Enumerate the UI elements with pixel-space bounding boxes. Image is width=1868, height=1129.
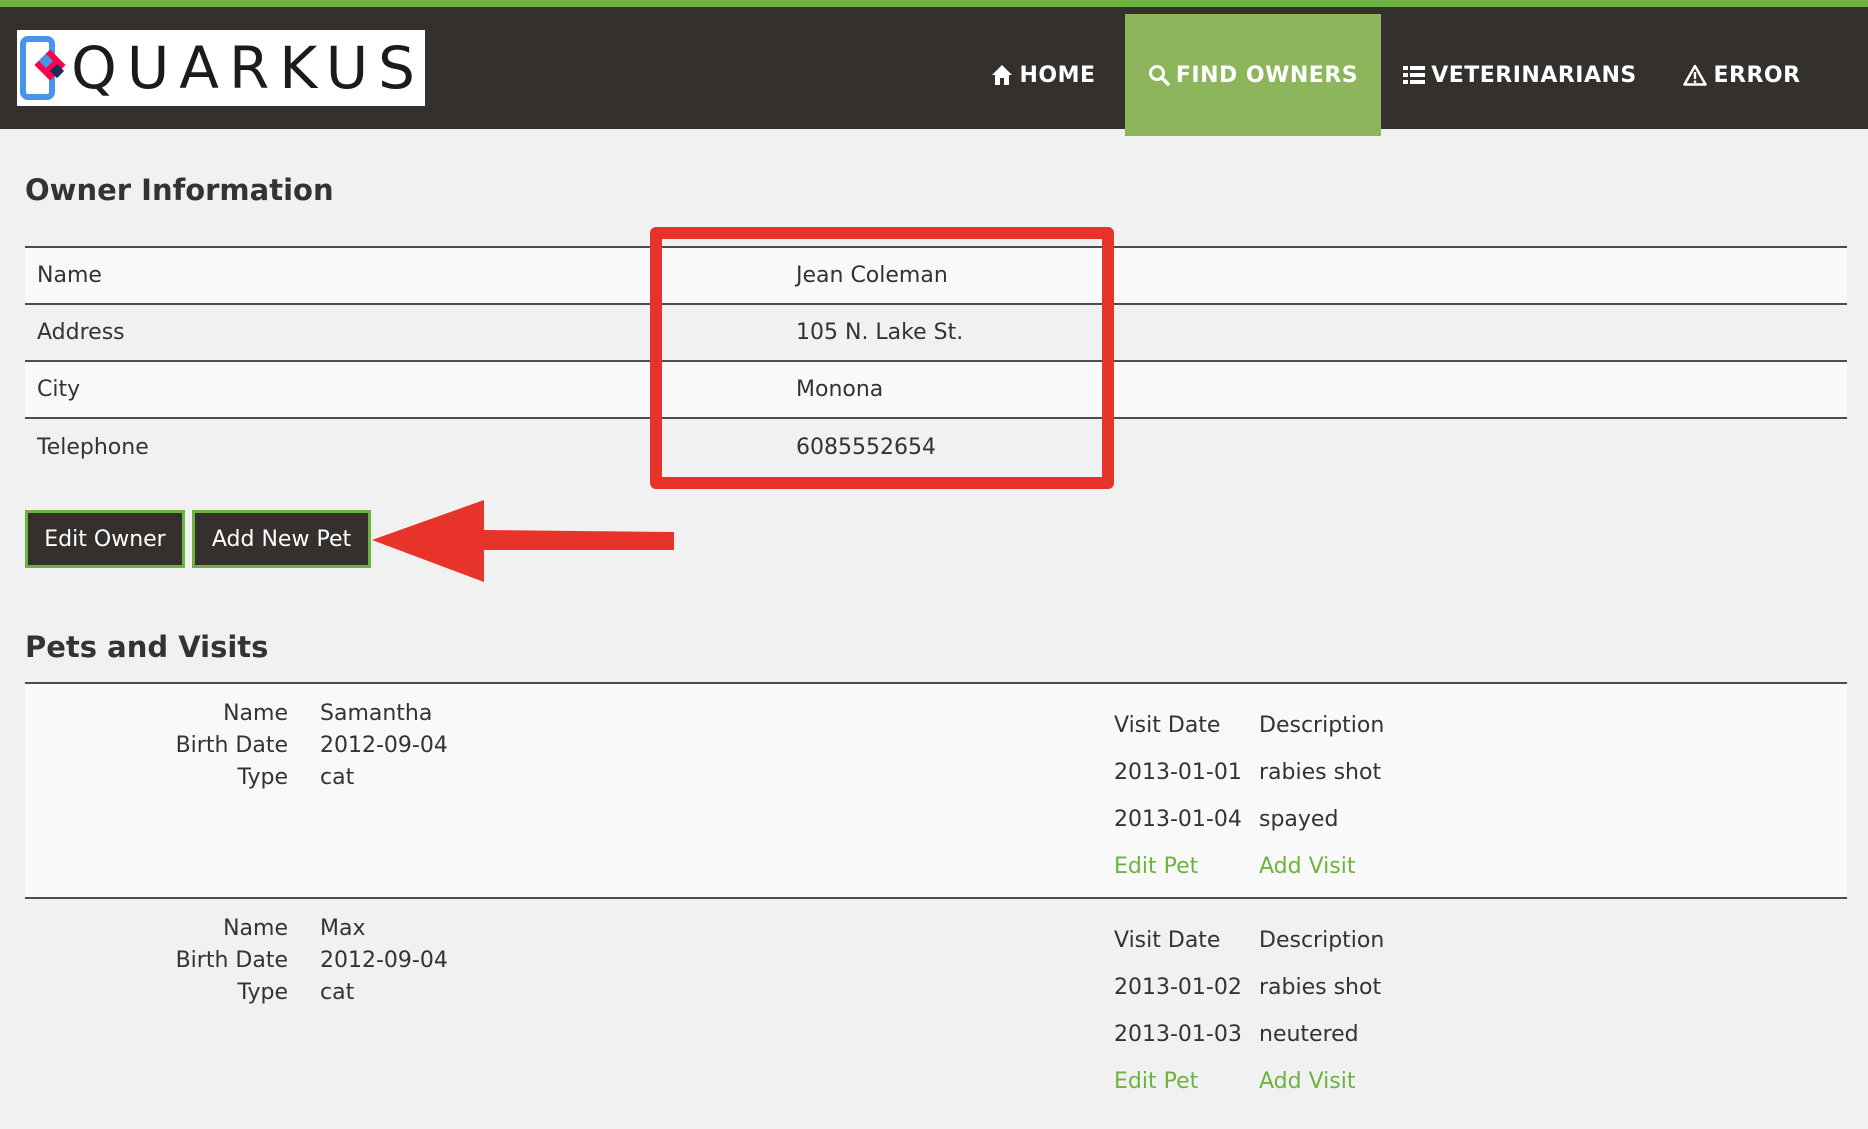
- annotation-arrow-icon: [372, 500, 674, 582]
- pet-type-label: Type: [237, 765, 288, 790]
- nav-error[interactable]: ERROR: [1672, 14, 1812, 136]
- visits-table: Visit Date Description 2013-01-02 rabies s…: [1114, 917, 1384, 1105]
- visits-table: Visit Date Description 2013-01-01 rabies s…: [1114, 702, 1384, 890]
- pet-details: Name Max Birth Date 2012-09-04 Type cat: [25, 913, 448, 1009]
- owner-information-title: Owner Information: [25, 173, 334, 207]
- pet-row: Name Max Birth Date 2012-09-04 Type cat Vis…: [25, 899, 1847, 1129]
- pet-birth-date-value: 2012-09-04: [320, 948, 448, 973]
- logo-text: QUARKUS: [71, 34, 425, 102]
- visit-date: 2013-01-03: [1114, 1022, 1242, 1047]
- pet-birth-date-label: Birth Date: [175, 948, 288, 973]
- list-icon: [1403, 66, 1426, 84]
- nav-home[interactable]: HOME: [972, 14, 1115, 136]
- nav-veterinarians[interactable]: VETERINARIANS: [1400, 14, 1640, 136]
- pet-type-label: Type: [237, 980, 288, 1005]
- pet-birth-date-label: Birth Date: [175, 733, 288, 758]
- nav-error-label: ERROR: [1713, 62, 1801, 88]
- add-new-pet-button[interactable]: Add New Pet: [192, 510, 371, 568]
- visit-row: 2013-01-01 rabies shot: [1114, 749, 1384, 796]
- visit-row: 2013-01-02 rabies shot: [1114, 964, 1384, 1011]
- nav-find-owners[interactable]: FIND OWNERS: [1125, 14, 1381, 136]
- visit-date-header: Visit Date: [1114, 713, 1221, 738]
- pet-row: Name Samantha Birth Date 2012-09-04 Type ca…: [25, 684, 1847, 899]
- pet-details: Name Samantha Birth Date 2012-09-04 Type ca…: [25, 698, 448, 794]
- pet-birth-date-value: 2012-09-04: [320, 733, 448, 758]
- annotation-highlight-box: [650, 227, 1114, 489]
- nav-veterinarians-label: VETERINARIANS: [1431, 62, 1637, 88]
- add-visit-link[interactable]: Add Visit: [1259, 854, 1355, 879]
- visit-row: 2013-01-03 neutered: [1114, 1011, 1384, 1058]
- pets-table: Name Samantha Birth Date 2012-09-04 Type ca…: [25, 682, 1847, 1129]
- pet-type-value: cat: [320, 765, 355, 790]
- navbar: QUARKUS HOME FIND OWNERS VETERINARIANS E…: [0, 0, 1868, 136]
- pet-type-value: cat: [320, 980, 355, 1005]
- visit-row: 2013-01-04 spayed: [1114, 796, 1384, 843]
- visit-description: rabies shot: [1259, 975, 1382, 1000]
- nav-find-owners-label: FIND OWNERS: [1175, 62, 1359, 88]
- pet-name-label: Name: [223, 916, 288, 941]
- nav-home-label: HOME: [1019, 62, 1096, 88]
- home-icon: [992, 65, 1013, 85]
- visit-description-header: Description: [1259, 928, 1385, 953]
- visit-description: rabies shot: [1259, 760, 1382, 785]
- visit-description-header: Description: [1259, 713, 1385, 738]
- pets-and-visits-title: Pets and Visits: [25, 630, 269, 664]
- visit-date-header: Visit Date: [1114, 928, 1221, 953]
- visit-date: 2013-01-01: [1114, 760, 1242, 785]
- visit-description: neutered: [1259, 1022, 1359, 1047]
- search-icon: [1148, 65, 1170, 86]
- edit-owner-button[interactable]: Edit Owner: [25, 510, 185, 568]
- warning-icon: [1683, 64, 1708, 86]
- visit-date: 2013-01-02: [1114, 975, 1242, 1000]
- pet-name-value: Samantha: [320, 701, 433, 726]
- edit-pet-link[interactable]: Edit Pet: [1114, 854, 1198, 879]
- edit-pet-link[interactable]: Edit Pet: [1114, 1069, 1198, 1094]
- pet-name-label: Name: [223, 701, 288, 726]
- visit-description: spayed: [1259, 807, 1339, 832]
- pet-name-value: Max: [320, 916, 366, 941]
- quarkus-logo[interactable]: QUARKUS: [17, 30, 425, 106]
- add-visit-link[interactable]: Add Visit: [1259, 1069, 1355, 1094]
- visit-date: 2013-01-04: [1114, 807, 1242, 832]
- quarkus-logo-icon: [20, 36, 66, 100]
